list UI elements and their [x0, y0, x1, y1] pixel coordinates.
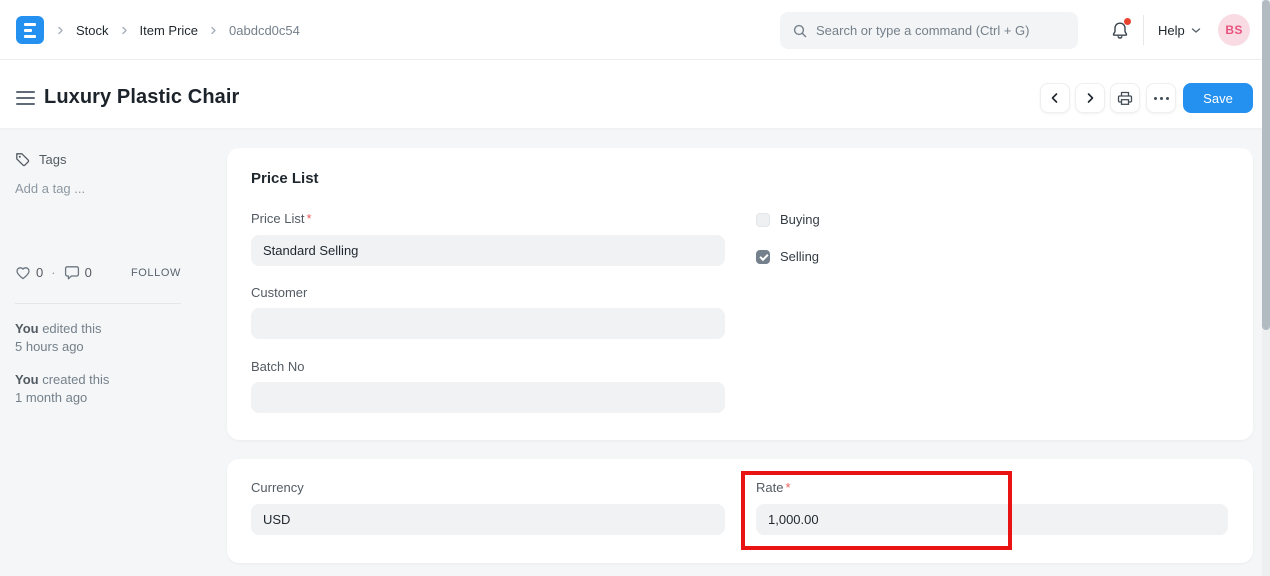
activity-time: 1 month ago	[15, 389, 109, 407]
comment-count: 0	[85, 265, 92, 280]
rate-input[interactable]: 1,000.00	[756, 504, 1228, 535]
batch-no-field-label: Batch No	[251, 359, 725, 374]
selling-checkbox-label: Selling	[780, 249, 819, 264]
price-list-field-label: Price List*	[251, 211, 725, 226]
top-navbar: Stock Item Price 0abdcd0c54 Search or ty…	[0, 0, 1270, 60]
notification-dot	[1124, 18, 1131, 25]
activity-actor: You	[15, 321, 39, 336]
batch-no-input[interactable]	[251, 382, 725, 413]
required-asterisk: *	[785, 480, 790, 495]
scrollbar-thumb[interactable]	[1262, 0, 1270, 330]
user-avatar[interactable]: BS	[1218, 14, 1250, 46]
chevron-right-icon	[56, 26, 65, 35]
like-heart-icon[interactable]	[15, 265, 31, 280]
customer-input[interactable]	[251, 308, 725, 339]
customer-field-label: Customer	[251, 285, 725, 300]
dot-separator: ·	[51, 265, 55, 280]
previous-document-button[interactable]	[1040, 83, 1070, 113]
activity-entry-created: You created this 1 month ago	[15, 371, 109, 407]
more-actions-button[interactable]	[1146, 83, 1176, 113]
rate-field-label: Rate*	[756, 480, 791, 495]
selling-checkbox[interactable]	[756, 250, 770, 264]
search-icon	[793, 24, 807, 38]
tags-section-header: Tags	[15, 152, 66, 167]
search-placeholder: Search or type a command (Ctrl + G)	[816, 23, 1030, 38]
required-asterisk: *	[306, 211, 311, 226]
help-menu[interactable]: Help	[1158, 0, 1201, 60]
app-logo-icon[interactable]	[16, 16, 44, 44]
save-button[interactable]: Save	[1183, 83, 1253, 113]
follow-button[interactable]: FOLLOW	[131, 267, 181, 279]
currency-input[interactable]: USD	[251, 504, 725, 535]
search-input[interactable]: Search or type a command (Ctrl + G)	[780, 12, 1078, 49]
price-list-section-card: Price List Price List* Standard Selling …	[227, 148, 1253, 440]
tags-label: Tags	[39, 152, 66, 167]
activity-time: 5 hours ago	[15, 338, 101, 356]
chevron-down-icon	[1191, 27, 1201, 34]
activity-action: created this	[39, 372, 110, 387]
breadcrumb-item-price[interactable]: Item Price	[140, 23, 199, 38]
activity-actor: You	[15, 372, 39, 387]
chevron-right-icon	[209, 26, 218, 35]
currency-field-label: Currency	[251, 480, 725, 495]
activity-entry-edited: You edited this 5 hours ago	[15, 320, 101, 356]
like-count: 0	[36, 265, 43, 280]
breadcrumb-document-id[interactable]: 0abdcd0c54	[229, 23, 300, 38]
print-button[interactable]	[1110, 83, 1140, 113]
activity-action: edited this	[39, 321, 102, 336]
selling-checkbox-row[interactable]: Selling	[756, 249, 819, 264]
help-label: Help	[1158, 23, 1185, 38]
comment-bubble-icon[interactable]	[64, 265, 80, 280]
sidebar-toggle-icon[interactable]	[16, 91, 35, 105]
rate-section-card: Currency USD Rate* 1,000.00	[227, 459, 1253, 563]
section-title: Price List	[251, 170, 319, 187]
buying-checkbox-row[interactable]: Buying	[756, 212, 820, 227]
price-list-input[interactable]: Standard Selling	[251, 235, 725, 266]
ellipsis-icon	[1154, 97, 1169, 100]
chevron-right-icon	[120, 26, 129, 35]
page-title: Luxury Plastic Chair	[44, 86, 239, 109]
document-social-row: 0 · 0 FOLLOW	[15, 265, 181, 280]
tag-icon	[15, 152, 30, 167]
breadcrumb-stock[interactable]: Stock	[76, 23, 109, 38]
buying-checkbox[interactable]	[756, 213, 770, 227]
navbar-divider	[1143, 15, 1144, 45]
next-document-button[interactable]	[1075, 83, 1105, 113]
sidebar-divider	[15, 303, 181, 304]
add-tag-input[interactable]: Add a tag ...	[15, 181, 85, 196]
buying-checkbox-label: Buying	[780, 212, 820, 227]
notifications-bell-icon[interactable]	[1108, 18, 1132, 42]
breadcrumb: Stock Item Price 0abdcd0c54	[56, 0, 300, 60]
